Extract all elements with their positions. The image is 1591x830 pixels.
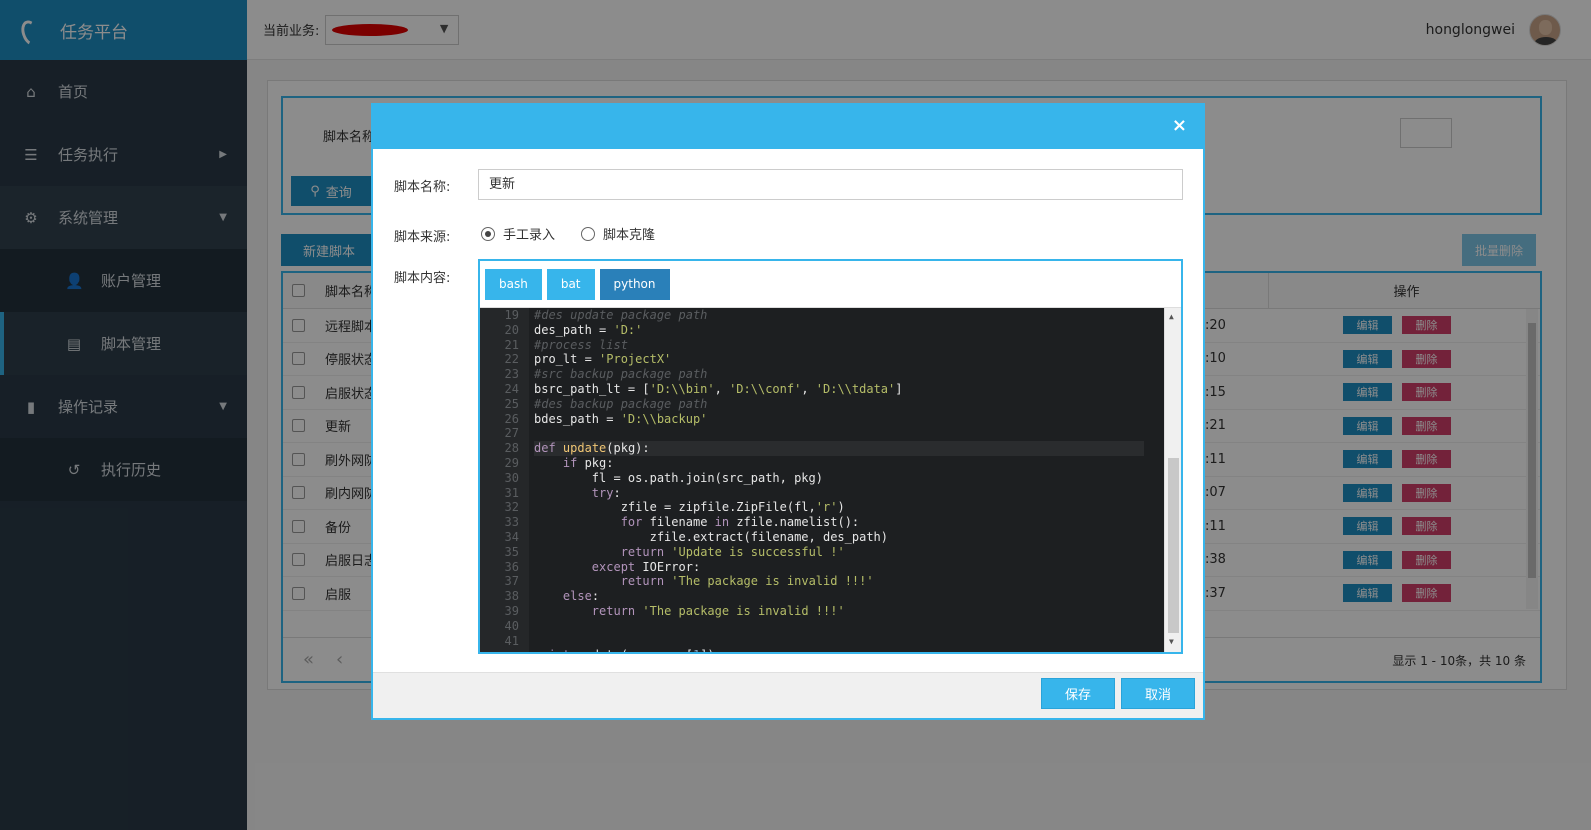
scroll-down-icon[interactable]: ▼	[1169, 635, 1174, 650]
radio-manual-dot[interactable]	[481, 226, 495, 241]
line-number: 39	[504, 603, 519, 618]
line-number: 21	[504, 337, 519, 352]
line-number: 29	[504, 455, 519, 470]
line-number: 23	[504, 367, 519, 382]
line-number: 36	[504, 559, 519, 574]
tab-python[interactable]: python	[599, 268, 670, 300]
close-icon[interactable]: ×	[1172, 115, 1187, 136]
script-source-label: 脚本来源:	[394, 230, 451, 245]
radio-manual[interactable]: 手工录入	[481, 224, 555, 243]
line-number: 25	[504, 396, 519, 411]
language-tabs: bash bat python	[480, 261, 1181, 308]
line-number: 35	[504, 544, 519, 559]
line-number: 33	[504, 515, 519, 530]
dialog-header: ×	[373, 105, 1203, 149]
tab-bash[interactable]: bash	[485, 268, 542, 300]
line-number: 30	[504, 470, 519, 485]
scroll-up-icon[interactable]: ▲	[1169, 310, 1174, 325]
code-area[interactable]: 19 20 21 22 23 24 25 26 27 28 29 30 31 32 33 34 35 36 37 38…	[480, 308, 1181, 652]
code-editor: bash bat python 19 20 21 22 23 24 25 26 27 28 29 30…	[478, 259, 1183, 654]
radio-clone-label: 脚本克隆	[603, 228, 656, 243]
line-number: 38	[504, 589, 519, 604]
source-radio-group: 手工录入 脚本克隆	[481, 224, 655, 243]
tab-bat[interactable]: bat	[546, 268, 595, 300]
script-name-label: 脚本名称:	[394, 180, 451, 195]
line-number: 34	[504, 529, 519, 544]
cancel-button[interactable]: 取消	[1121, 678, 1195, 709]
line-number: 24	[504, 381, 519, 396]
line-number: 22	[504, 352, 519, 367]
line-number: 27	[504, 426, 519, 441]
script-dialog: × 脚本名称: 更新 脚本来源: 手工录入 脚本克隆 脚本内容: bash ba…	[371, 103, 1205, 720]
code-lines[interactable]: #des update package path des_path = 'D:'…	[534, 308, 1144, 652]
line-number: 37	[504, 574, 519, 589]
script-name-input[interactable]: 更新	[478, 169, 1183, 200]
line-number: 26	[504, 411, 519, 426]
save-button[interactable]: 保存	[1041, 678, 1115, 709]
radio-clone[interactable]: 脚本克隆	[581, 224, 655, 243]
scroll-thumb[interactable]	[1168, 458, 1179, 633]
radio-manual-label: 手工录入	[503, 228, 556, 243]
editor-scrollbar[interactable]: ▲ ▼	[1164, 308, 1181, 652]
line-gutter: 19 20 21 22 23 24 25 26 27 28 29 30 31 32 33 34 35 36 37 38…	[480, 308, 529, 652]
line-number: 20	[504, 322, 519, 337]
line-number: 40	[504, 618, 519, 633]
radio-clone-dot[interactable]	[581, 226, 596, 241]
line-number: 28	[504, 441, 519, 456]
line-number: 32	[504, 500, 519, 515]
dialog-footer: 保存 取消	[373, 672, 1203, 718]
line-number: 41	[504, 633, 519, 648]
line-number: 19	[504, 308, 519, 322]
script-content-label: 脚本内容:	[394, 271, 451, 286]
line-number: 31	[504, 485, 519, 500]
